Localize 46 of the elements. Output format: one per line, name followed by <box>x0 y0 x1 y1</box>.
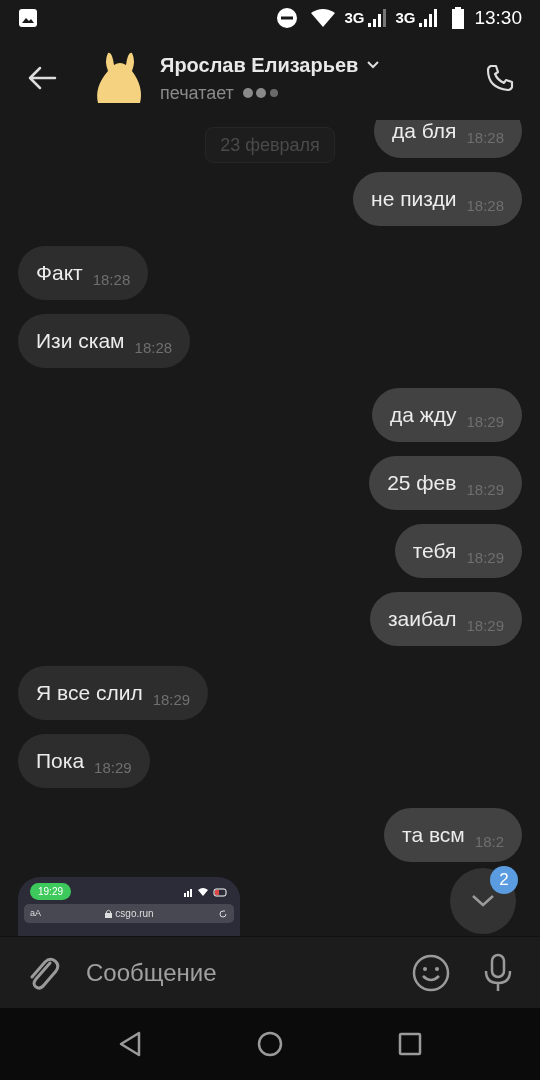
message-text: тебя <box>412 538 457 565</box>
text-size-label: аА <box>30 906 41 920</box>
chevron-down-icon <box>471 894 495 908</box>
network-type: 3G <box>395 7 416 28</box>
message-time: 18:28 <box>92 269 131 290</box>
home-nav-icon[interactable] <box>257 1031 283 1057</box>
message-text: да жду <box>389 402 457 429</box>
message-text: Изи скам <box>36 328 125 355</box>
do-not-disturb-icon <box>276 7 299 29</box>
message-text: 25 фев <box>387 470 457 497</box>
incoming-message-bubble[interactable]: Изи скам 18:28 <box>18 314 191 368</box>
unread-badge: 2 <box>490 866 518 894</box>
incoming-message-bubble[interactable]: Я все слил 18:29 <box>18 666 209 720</box>
incoming-message-bubble[interactable]: Факт 18:28 <box>18 246 149 300</box>
clock-time: 13:30 <box>474 5 522 30</box>
message-input[interactable]: Сообщение <box>86 954 412 991</box>
gallery-icon <box>18 8 38 28</box>
back-nav-icon[interactable] <box>117 1031 142 1057</box>
chevron-down-icon[interactable] <box>366 59 381 70</box>
message-text: заибал <box>387 606 457 633</box>
message-text: та всм <box>402 822 465 849</box>
message-time: 18:29 <box>94 757 132 778</box>
phone-icon <box>484 62 516 94</box>
wifi-icon <box>310 8 337 28</box>
screenshot-clock: 19:29 <box>30 883 72 900</box>
network-type: 3G <box>344 7 365 28</box>
screenshot-message[interactable]: 19:29 аА csgo.run <box>18 877 240 936</box>
url-text: csgo.run <box>115 907 154 921</box>
message-text: Я все слил <box>36 680 143 707</box>
microphone-icon[interactable] <box>482 952 514 993</box>
back-arrow-icon <box>27 66 57 90</box>
recents-nav-icon[interactable] <box>398 1032 423 1056</box>
message-time: 18:28 <box>134 337 173 358</box>
status-icons <box>184 886 228 897</box>
message-time: 18:29 <box>152 689 191 710</box>
message-text: да бля <box>391 120 457 145</box>
message-text: Пока <box>36 748 85 775</box>
contact-name[interactable]: Ярослав Елизарьев <box>160 49 359 80</box>
battery-icon <box>452 7 465 29</box>
message-text: не пизди <box>371 186 457 213</box>
reload-icon <box>218 908 228 919</box>
incoming-message-bubble[interactable]: Пока 18:29 <box>18 734 150 788</box>
emoji-icon[interactable] <box>412 953 450 992</box>
typing-status: печатает <box>160 81 234 105</box>
message-text: Факт <box>36 260 83 287</box>
lock-icon <box>105 909 113 918</box>
